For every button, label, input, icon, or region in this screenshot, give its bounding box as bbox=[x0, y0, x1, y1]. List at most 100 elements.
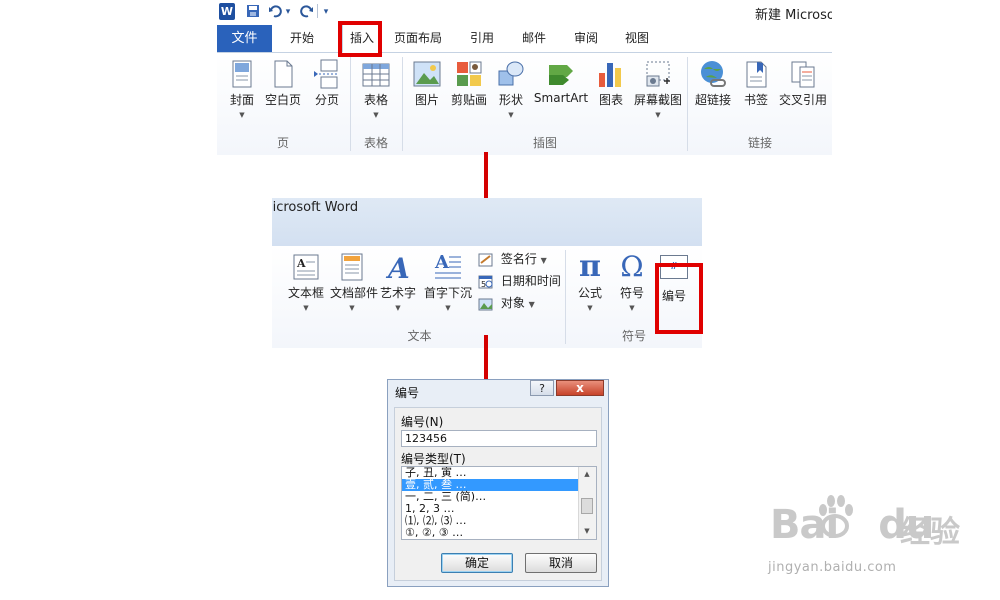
scroll-thumb[interactable] bbox=[581, 498, 593, 514]
symbol-button[interactable]: Ω 符号 ▼ bbox=[610, 250, 654, 320]
scroll-up-icon[interactable]: ▲ bbox=[579, 467, 595, 481]
undo-dropdown-icon[interactable]: ▾ bbox=[284, 4, 292, 20]
number-type-list[interactable]: 子, 丑, 寅 … 壹, 贰, 叁 … 一, 二, 三 (简)… 1, 2, 3… bbox=[401, 466, 597, 540]
smartart-icon bbox=[549, 65, 573, 85]
equation-label: 公式 bbox=[577, 286, 602, 300]
object-label: 对象 bbox=[500, 296, 525, 310]
drop-cap-button[interactable]: A 首字下沉 ▼ bbox=[422, 250, 474, 320]
chevron-down-icon: ▼ bbox=[587, 304, 593, 312]
tab-page-layout[interactable]: 页面布局 bbox=[389, 25, 447, 52]
wordart-label: 艺术字 bbox=[379, 286, 416, 300]
save-icon[interactable] bbox=[245, 4, 261, 20]
scroll-down-icon[interactable]: ▼ bbox=[579, 524, 595, 538]
cross-reference-button[interactable]: 交叉引用 bbox=[777, 57, 829, 127]
chart-icon bbox=[599, 63, 621, 87]
date-time-icon: 5 bbox=[478, 275, 493, 289]
table-label: 表格 bbox=[363, 93, 388, 107]
title-bar: licrosoft Word bbox=[272, 198, 702, 246]
chart-label: 图表 bbox=[598, 93, 623, 107]
cancel-button[interactable]: 取消 bbox=[525, 553, 597, 573]
cover-page-button[interactable]: 封面 ▼ bbox=[220, 57, 264, 127]
chevron-down-icon: ▼ bbox=[629, 304, 635, 312]
customize-qat-icon[interactable]: ▾ bbox=[321, 4, 331, 20]
redo-icon[interactable] bbox=[299, 4, 315, 20]
window-title: licrosoft Word bbox=[272, 200, 359, 215]
undo-icon[interactable] bbox=[267, 4, 283, 20]
chevron-down-icon: ▼ bbox=[303, 304, 309, 312]
word-ribbon-text-symbol-panel: licrosoft Word A 文本框 ▼ 文档部件 ▼ A 艺术字 ▼ A … bbox=[272, 198, 702, 348]
smartart-button[interactable]: SmartArt bbox=[533, 57, 589, 127]
cross-reference-label: 交叉引用 bbox=[778, 93, 827, 107]
signature-line-icon bbox=[478, 253, 493, 266]
tab-view[interactable]: 视图 bbox=[617, 25, 657, 52]
equation-pi-icon: π bbox=[579, 249, 601, 284]
chevron-down-icon: ▼ bbox=[395, 304, 401, 312]
list-item[interactable]: ①, ②, ③ … bbox=[402, 527, 580, 539]
tab-home[interactable]: 开始 bbox=[281, 25, 323, 52]
clipart-icon bbox=[457, 61, 482, 86]
blank-page-button[interactable]: 空白页 bbox=[261, 57, 305, 127]
chevron-down-icon: ▼ bbox=[349, 304, 355, 312]
ribbon-tabs: 文件 开始 插入 页面布局 引用 邮件 审阅 视图 bbox=[217, 24, 832, 53]
chevron-down-icon: ▼ bbox=[373, 111, 379, 119]
insert-ribbon: 封面 ▼ 空白页 分页 页 表格 ▼ 表格 图片 剪贴画 形状 ▼ SmartA… bbox=[217, 53, 832, 155]
clipart-label: 剪贴画 bbox=[450, 93, 487, 107]
textbox-button[interactable]: A 文本框 ▼ bbox=[284, 250, 328, 320]
clipart-button[interactable]: 剪贴画 bbox=[447, 57, 491, 127]
drop-cap-icon: A bbox=[434, 252, 461, 279]
chart-button[interactable]: 图表 bbox=[589, 57, 633, 127]
group-label-illustrations: 插图 bbox=[532, 136, 557, 150]
close-button[interactable]: x bbox=[556, 380, 604, 396]
list-scrollbar[interactable]: ▲ ▼ bbox=[578, 467, 596, 539]
cover-page-label: 封面 bbox=[229, 93, 254, 107]
watermark-url: jingyan.baidu.com bbox=[768, 560, 897, 575]
symbol-label: 符号 bbox=[619, 286, 644, 300]
group-label-tables: 表格 bbox=[363, 136, 388, 150]
tab-review[interactable]: 审阅 bbox=[566, 25, 606, 52]
date-time-button[interactable]: 5 日期和时间 bbox=[478, 272, 561, 290]
wordart-icon: A bbox=[385, 252, 410, 282]
number-input[interactable] bbox=[401, 430, 597, 447]
svg-text:A: A bbox=[385, 252, 410, 282]
shapes-button[interactable]: 形状 ▼ bbox=[489, 57, 533, 127]
highlight-insert-tab bbox=[338, 21, 382, 57]
picture-label: 图片 bbox=[414, 93, 439, 107]
screenshot-icon bbox=[646, 61, 670, 87]
quick-parts-button[interactable]: 文档部件 ▼ bbox=[330, 250, 379, 320]
quick-parts-label: 文档部件 bbox=[330, 286, 379, 300]
chevron-down-icon: ▼ bbox=[239, 111, 245, 119]
screenshot-button[interactable]: 屏幕截图 ▼ bbox=[632, 57, 684, 127]
table-button[interactable]: 表格 ▼ bbox=[354, 57, 398, 127]
bookmark-button[interactable]: 书签 bbox=[734, 57, 778, 127]
tab-mailings[interactable]: 邮件 bbox=[514, 25, 554, 52]
tab-references[interactable]: 引用 bbox=[462, 25, 502, 52]
dialog-body: 编号(N) 编号类型(T) 子, 丑, 寅 … 壹, 贰, 叁 … 一, 二, … bbox=[394, 407, 602, 581]
screenshot-label: 屏幕截图 bbox=[633, 93, 682, 107]
number-type-label: 编号类型(T) bbox=[401, 452, 466, 466]
insert-ribbon-continued: A 文本框 ▼ 文档部件 ▼ A 艺术字 ▼ A 首字下沉 ▼ 签名行 ▼ 5 … bbox=[272, 246, 702, 348]
page-break-button[interactable]: 分页 bbox=[305, 57, 349, 127]
window-title: 新建 Microsoft Word 文档 - Microsoft Word bbox=[755, 8, 832, 23]
equation-button[interactable]: π 公式 ▼ bbox=[568, 250, 612, 320]
wordart-button[interactable]: A 艺术字 ▼ bbox=[376, 250, 420, 320]
chevron-down-icon: ▼ bbox=[655, 111, 661, 119]
hyperlink-globe-icon bbox=[701, 61, 726, 87]
qat-separator bbox=[317, 4, 318, 18]
picture-button[interactable]: 图片 bbox=[405, 57, 449, 127]
cross-reference-icon bbox=[791, 61, 815, 88]
smartart-label: SmartArt bbox=[533, 91, 589, 105]
signature-line-button[interactable]: 签名行 ▼ bbox=[478, 250, 547, 268]
group-label-text: 文本 bbox=[407, 329, 432, 343]
help-button[interactable]: ? bbox=[530, 380, 554, 396]
bookmark-label: 书签 bbox=[743, 93, 768, 107]
cover-page-icon bbox=[232, 60, 252, 88]
hyperlink-button[interactable]: 超链接 bbox=[691, 57, 735, 127]
group-label-pages: 页 bbox=[276, 136, 289, 150]
title-bar: W ▾ ▾ 新建 Microsoft Word 文档 - Microsoft W… bbox=[217, 0, 832, 24]
tab-file[interactable]: 文件 bbox=[217, 25, 272, 52]
object-button[interactable]: 对象 ▼ bbox=[478, 294, 535, 312]
word-ribbon-insert-panel: W ▾ ▾ 新建 Microsoft Word 文档 - Microsoft W… bbox=[217, 0, 832, 155]
date-time-label: 日期和时间 bbox=[500, 274, 561, 288]
svg-text:A: A bbox=[434, 252, 450, 273]
ok-button[interactable]: 确定 bbox=[441, 553, 513, 573]
